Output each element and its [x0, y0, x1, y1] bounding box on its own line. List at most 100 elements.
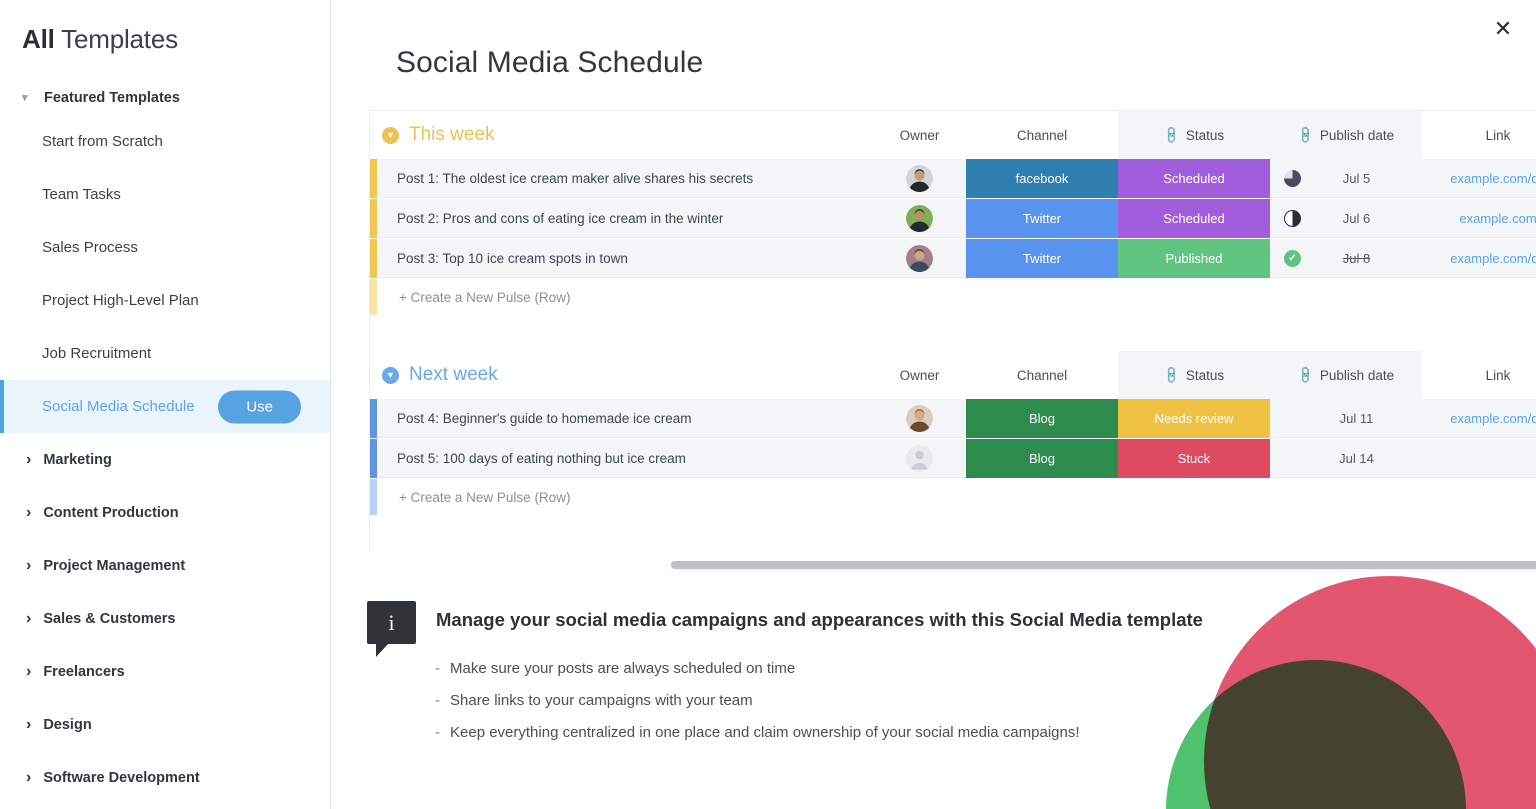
owner-cell[interactable] [873, 439, 966, 478]
channel-cell[interactable]: Twitter [966, 199, 1118, 238]
row-title[interactable]: Post 4: Beginner's guide to homemade ice… [377, 399, 873, 438]
sidebar-title: All Templates [0, 0, 330, 55]
sidebar-item-job-recruitment[interactable]: Job Recruitment [0, 327, 330, 380]
owner-cell[interactable] [873, 199, 966, 238]
publish-date-text: Jul 14 [1339, 450, 1374, 466]
sidebar-item-label: Social Media Schedule [42, 398, 195, 415]
link-cell[interactable] [1422, 439, 1536, 478]
owner-cell[interactable] [873, 159, 966, 198]
section-collapse-icon[interactable]: ▼ [382, 126, 399, 144]
bullet-text: Make sure your posts are always schedule… [450, 660, 796, 677]
status-cell[interactable]: Stuck [1118, 439, 1270, 478]
publish-date-cell[interactable]: Jul 14 [1270, 439, 1422, 478]
chevron-right-icon [26, 504, 31, 522]
row-color-bar [370, 399, 377, 438]
link-cell[interactable]: example.com/d2 [1422, 239, 1536, 278]
column-header-label: Link [1485, 367, 1511, 383]
column-header-status[interactable]: 🔗 Status [1118, 111, 1270, 159]
section-collapse-icon[interactable]: ▼ [382, 366, 399, 384]
info-bullet-list: - Make sure your posts are always schedul… [435, 661, 1536, 740]
column-header-publish-date[interactable]: 🔗 Publish date [1270, 351, 1422, 399]
publish-date-cell[interactable]: ✓ Jul 8 [1270, 239, 1422, 278]
table-row[interactable]: Post 1: The oldest ice cream maker alive… [370, 159, 1536, 198]
bullet-text: Share links to your campaigns with your … [450, 692, 753, 709]
add-row-label[interactable]: + Create a New Pulse (Row) [377, 479, 1536, 515]
sidebar-item-project-high-level-plan[interactable]: Project High-Level Plan [0, 274, 330, 327]
owner-cell[interactable] [873, 399, 966, 438]
row-title[interactable]: Post 1: The oldest ice cream maker alive… [377, 159, 873, 198]
add-row-label[interactable]: + Create a New Pulse (Row) [377, 279, 1536, 315]
column-header-owner[interactable]: Owner [873, 111, 966, 159]
avatar [906, 164, 933, 192]
column-header-publish-date[interactable]: 🔗 Publish date [1270, 111, 1422, 159]
owner-cell[interactable] [873, 239, 966, 278]
channel-cell[interactable]: Blog [966, 399, 1118, 438]
info-bullet: - Keep everything centralized in one plac… [435, 725, 1536, 740]
sidebar-item-team-tasks[interactable]: Team Tasks [0, 168, 330, 221]
chevron-right-icon [26, 610, 31, 628]
status-cell[interactable]: Scheduled [1118, 159, 1270, 198]
row-color-bar [370, 199, 377, 238]
table-row[interactable]: Post 3: Top 10 ice cream spots in town Tw… [370, 239, 1536, 278]
channel-cell[interactable]: facebook [966, 159, 1118, 198]
sidebar-category-label: Project Management [43, 557, 186, 574]
sidebar-item-start-from-scratch[interactable]: Start from Scratch [0, 115, 330, 168]
column-header-row: Owner Channel 🔗 Status 🔗 Publish date Link [873, 351, 1536, 399]
row-title[interactable]: Post 3: Top 10 ice cream spots in town [377, 239, 873, 278]
section-header: ▼ This week Owner Channel 🔗 Status 🔗 Publish da… [370, 111, 1536, 159]
sidebar-category-label: Design [43, 716, 92, 733]
sidebar-category-design[interactable]: Design [0, 698, 330, 751]
publish-date-cell[interactable]: Jul 11 [1270, 399, 1422, 438]
sidebar-category-sales-customers[interactable]: Sales & Customers [0, 592, 330, 645]
table-row[interactable]: Post 2: Pros and cons of eating ice crea… [370, 199, 1536, 238]
column-header-link[interactable]: Link [1422, 351, 1536, 399]
link-cell[interactable]: example.com/d3 [1422, 399, 1536, 438]
sidebar-title-bold: All [22, 24, 55, 54]
publish-date-cell[interactable]: Jul 6 [1270, 199, 1422, 238]
column-header-link[interactable]: Link [1422, 111, 1536, 159]
horizontal-scrollbar-thumb[interactable] [671, 561, 1536, 569]
sidebar-group-featured-templates[interactable]: Featured Templates [0, 81, 330, 115]
link-cell[interactable]: example.com [1422, 199, 1536, 238]
sidebar-category-project-management[interactable]: Project Management [0, 539, 330, 592]
channel-cell[interactable]: Blog [966, 439, 1118, 478]
row-title[interactable]: Post 5: 100 days of eating nothing but i… [377, 439, 873, 478]
board: ▼ This week Owner Channel 🔗 Status 🔗 Publish da… [369, 110, 1536, 555]
publish-date-text: Jul 11 [1339, 410, 1374, 426]
column-header-label: Publish date [1319, 127, 1395, 143]
status-cell[interactable]: Needs review [1118, 399, 1270, 438]
add-row[interactable]: + Create a New Pulse (Row) [370, 279, 1536, 315]
add-row[interactable]: + Create a New Pulse (Row) [370, 479, 1536, 515]
sidebar-category-software-development[interactable]: Software Development [0, 751, 330, 804]
use-template-button[interactable]: Use [218, 390, 301, 423]
sidebar-item-social-media-schedule[interactable]: Social Media Schedule Use [0, 380, 330, 433]
sidebar-item-sales-process[interactable]: Sales Process [0, 221, 330, 274]
avatar [906, 444, 933, 472]
close-icon[interactable]: ✕ [1488, 14, 1518, 44]
link-cell[interactable]: example.com/d3 [1422, 159, 1536, 198]
publish-date-cell[interactable]: Jul 5 [1270, 159, 1422, 198]
sidebar-category-freelancers[interactable]: Freelancers [0, 645, 330, 698]
column-header-row: Owner Channel 🔗 Status 🔗 Publish date Link [873, 111, 1536, 159]
section-rows: Post 4: Beginner's guide to homemade ice… [370, 399, 1536, 478]
status-cell[interactable]: Published [1118, 239, 1270, 278]
sidebar-item-label: Start from Scratch [42, 133, 163, 150]
row-title[interactable]: Post 2: Pros and cons of eating ice crea… [377, 199, 873, 238]
status-cell[interactable]: Scheduled [1118, 199, 1270, 238]
column-header-label: Status [1185, 127, 1225, 143]
column-header-channel[interactable]: Channel [966, 111, 1118, 159]
column-header-channel[interactable]: Channel [966, 351, 1118, 399]
chevron-down-icon [22, 93, 32, 104]
sidebar-category-marketing[interactable]: Marketing [0, 433, 330, 486]
channel-cell[interactable]: Twitter [966, 239, 1118, 278]
row-color-bar [370, 239, 377, 278]
sidebar-category-content-production[interactable]: Content Production [0, 486, 330, 539]
table-row[interactable]: Post 4: Beginner's guide to homemade ice… [370, 399, 1536, 438]
bullet-dash: - [435, 724, 440, 741]
column-header-status[interactable]: 🔗 Status [1118, 351, 1270, 399]
board-section: ▼ Next week Owner Channel 🔗 Status 🔗 Publish da… [370, 351, 1536, 515]
link-icon: 🔗 [1295, 364, 1316, 386]
table-row[interactable]: Post 5: 100 days of eating nothing but i… [370, 439, 1536, 478]
column-header-owner[interactable]: Owner [873, 351, 966, 399]
section-rows: Post 1: The oldest ice cream maker alive… [370, 159, 1536, 278]
